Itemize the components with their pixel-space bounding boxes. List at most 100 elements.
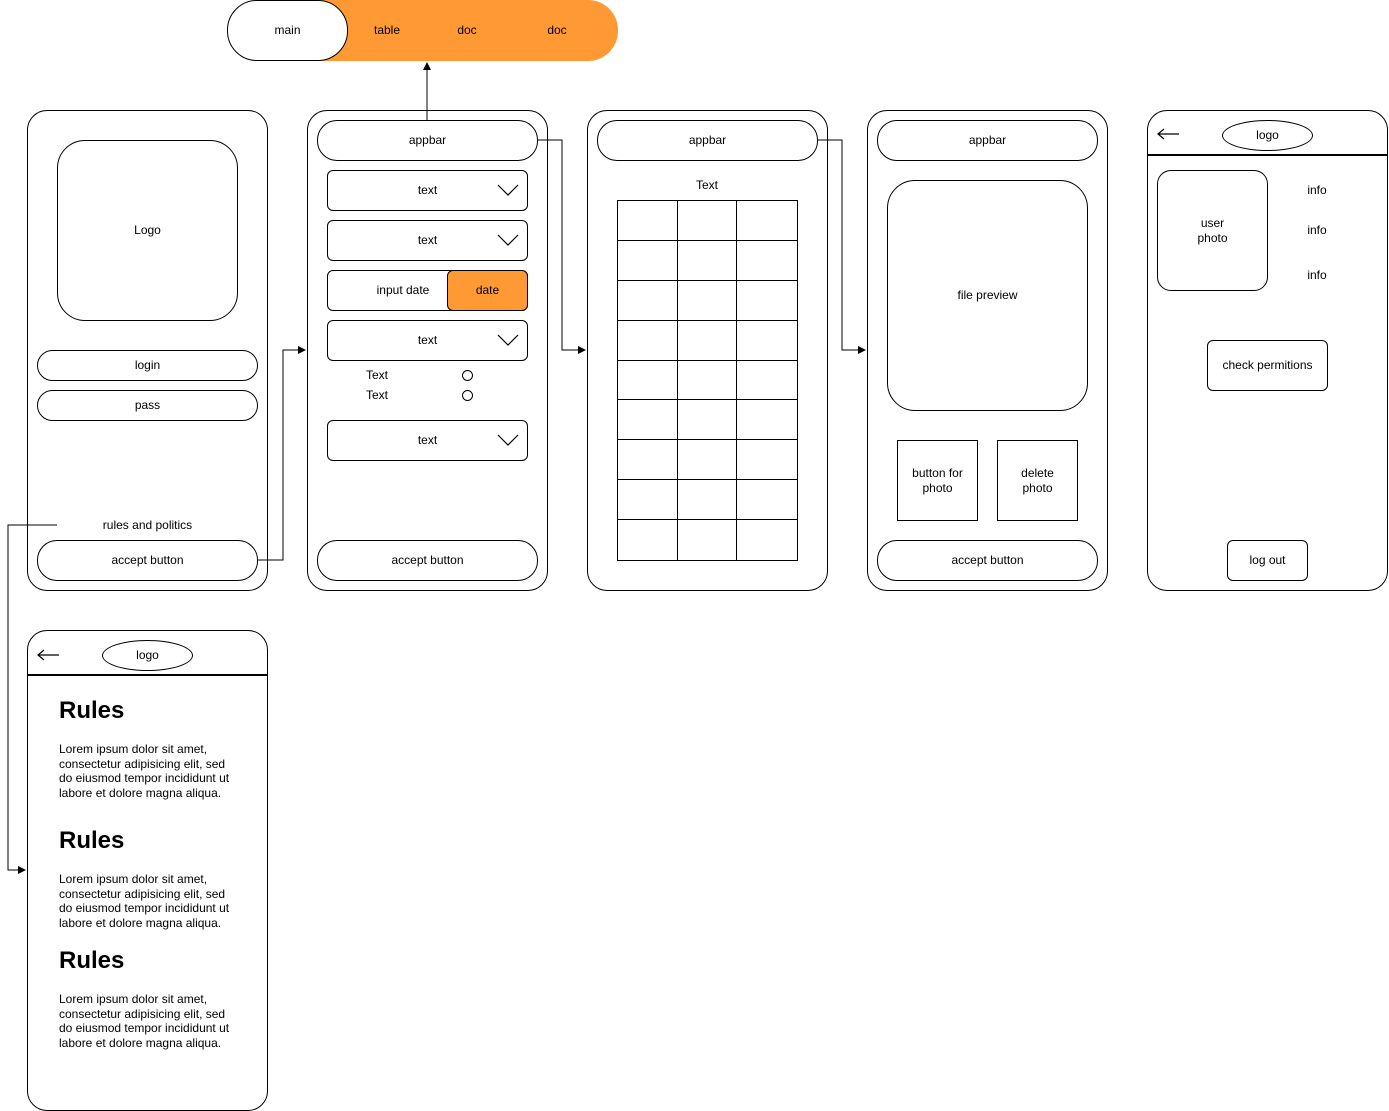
select-2-label: text xyxy=(417,233,438,247)
select-1-label: text xyxy=(417,183,438,197)
check-permissions-button[interactable]: check permitions xyxy=(1207,340,1328,391)
form-accept-label: accept button xyxy=(391,553,464,567)
rules-heading-1: Rules xyxy=(59,697,125,724)
login-accept-button[interactable]: accept button xyxy=(37,540,258,581)
table-cell[interactable] xyxy=(737,480,797,521)
table-cell[interactable] xyxy=(737,241,797,281)
logo-placeholder: Logo xyxy=(57,140,238,321)
rules-link-label: rules and politics xyxy=(102,517,193,532)
table-cell[interactable] xyxy=(677,440,738,481)
select-4-label: text xyxy=(417,433,438,447)
table-cell[interactable] xyxy=(677,280,738,321)
profile-logo: logo xyxy=(1222,120,1313,151)
table-cell[interactable] xyxy=(737,201,797,241)
radio-label-1: Text xyxy=(366,368,389,382)
rules-heading-2: Rules xyxy=(59,827,125,854)
nav-tab-main-label: main xyxy=(274,23,301,37)
profile-header-divider xyxy=(1147,154,1388,156)
table-cell[interactable] xyxy=(618,480,678,521)
rules-heading-3: Rules xyxy=(59,947,125,974)
file-preview: file preview xyxy=(887,180,1088,411)
table-cell[interactable] xyxy=(618,240,678,281)
back-arrow-icon[interactable] xyxy=(35,649,61,661)
rules-logo: logo xyxy=(102,640,193,671)
back-arrow-icon[interactable] xyxy=(1155,128,1181,140)
user-photo-label: user photo xyxy=(1197,215,1228,245)
password-field-label: pass xyxy=(134,398,161,412)
nav-tab-doc-2[interactable]: doc xyxy=(527,20,587,40)
table-cell[interactable] xyxy=(737,440,797,481)
table-appbar-label: appbar xyxy=(688,133,727,147)
table-appbar[interactable]: appbar xyxy=(597,120,818,161)
delete-photo-button[interactable]: delete photo xyxy=(997,440,1078,521)
rules-link[interactable]: rules and politics xyxy=(57,515,238,535)
date-picker-label: date xyxy=(475,283,500,297)
login-field[interactable]: login xyxy=(37,350,258,381)
nav-tab-doc-2-label: doc xyxy=(547,22,567,37)
date-picker-button[interactable]: date xyxy=(447,270,528,311)
file-appbar-label: appbar xyxy=(968,133,1007,147)
table-cell[interactable] xyxy=(618,201,678,241)
table-cell[interactable] xyxy=(677,480,738,521)
nav-tab-doc-1[interactable]: doc xyxy=(437,20,497,40)
rules-body-2: Lorem ipsum dolor sit amet, consectetur … xyxy=(59,872,230,930)
table-cell[interactable] xyxy=(677,201,738,241)
form-appbar-label: appbar xyxy=(408,133,447,147)
table-cell[interactable] xyxy=(618,280,678,321)
rules-header-divider xyxy=(27,674,268,676)
table-cell[interactable] xyxy=(618,360,678,401)
login-accept-label: accept button xyxy=(111,553,184,567)
table-cell[interactable] xyxy=(678,520,738,560)
data-table xyxy=(617,200,798,561)
info-3: info xyxy=(1307,267,1327,282)
table-cell[interactable] xyxy=(737,321,797,361)
user-photo: user photo xyxy=(1157,170,1268,291)
file-appbar[interactable]: appbar xyxy=(877,120,1098,161)
table-cell[interactable] xyxy=(618,520,678,560)
chevron-down-icon xyxy=(497,234,519,246)
table-cell[interactable] xyxy=(737,400,797,441)
file-accept-button[interactable]: accept button xyxy=(877,540,1098,581)
radio-button-2[interactable] xyxy=(462,390,473,401)
nav-tab-table[interactable]: table xyxy=(357,20,417,40)
logo-label: Logo xyxy=(134,223,161,237)
rules-body-3: Lorem ipsum dolor sit amet, consectetur … xyxy=(59,992,230,1050)
table-cell[interactable] xyxy=(618,400,678,441)
info-1: info xyxy=(1307,182,1327,197)
profile-logo-label: logo xyxy=(1256,128,1279,142)
info-2: info xyxy=(1307,222,1327,237)
nav-tab-doc-1-label: doc xyxy=(457,22,477,37)
table-cell[interactable] xyxy=(618,320,678,361)
rules-body-1: Lorem ipsum dolor sit amet, consectetur … xyxy=(59,742,230,800)
password-field[interactable]: pass xyxy=(37,390,258,421)
radio-button-1[interactable] xyxy=(462,370,473,381)
login-field-label: login xyxy=(134,358,161,372)
chevron-down-icon xyxy=(497,334,519,346)
table-cell[interactable] xyxy=(677,240,738,281)
table-cell[interactable] xyxy=(737,281,797,321)
table-cell[interactable] xyxy=(737,520,797,560)
table-cell[interactable] xyxy=(677,320,738,361)
rules-logo-label: logo xyxy=(136,648,159,662)
logout-label: log out xyxy=(1249,553,1286,567)
table-cell[interactable] xyxy=(737,361,797,401)
photo-button[interactable]: button for photo xyxy=(897,440,978,521)
table-title: Text xyxy=(695,177,718,192)
form-appbar[interactable]: appbar xyxy=(317,120,538,161)
nav-tab-main[interactable]: main xyxy=(227,0,348,61)
select-3-label: text xyxy=(417,333,438,347)
table-cell[interactable] xyxy=(677,400,738,441)
file-preview-label: file preview xyxy=(957,288,1018,302)
date-input-label: input date xyxy=(376,283,430,297)
table-cell[interactable] xyxy=(618,440,678,481)
chevron-down-icon xyxy=(497,184,519,196)
logout-button[interactable]: log out xyxy=(1227,540,1308,581)
table-cell[interactable] xyxy=(677,360,738,401)
file-accept-label: accept button xyxy=(951,553,1024,567)
photo-button-label: button for photo xyxy=(912,465,963,495)
delete-photo-label: delete photo xyxy=(1021,465,1054,495)
form-accept-button[interactable]: accept button xyxy=(317,540,538,581)
nav-tab-table-label: table xyxy=(373,22,401,37)
radio-label-2: Text xyxy=(366,388,389,402)
check-permissions-label: check permitions xyxy=(1222,358,1313,372)
